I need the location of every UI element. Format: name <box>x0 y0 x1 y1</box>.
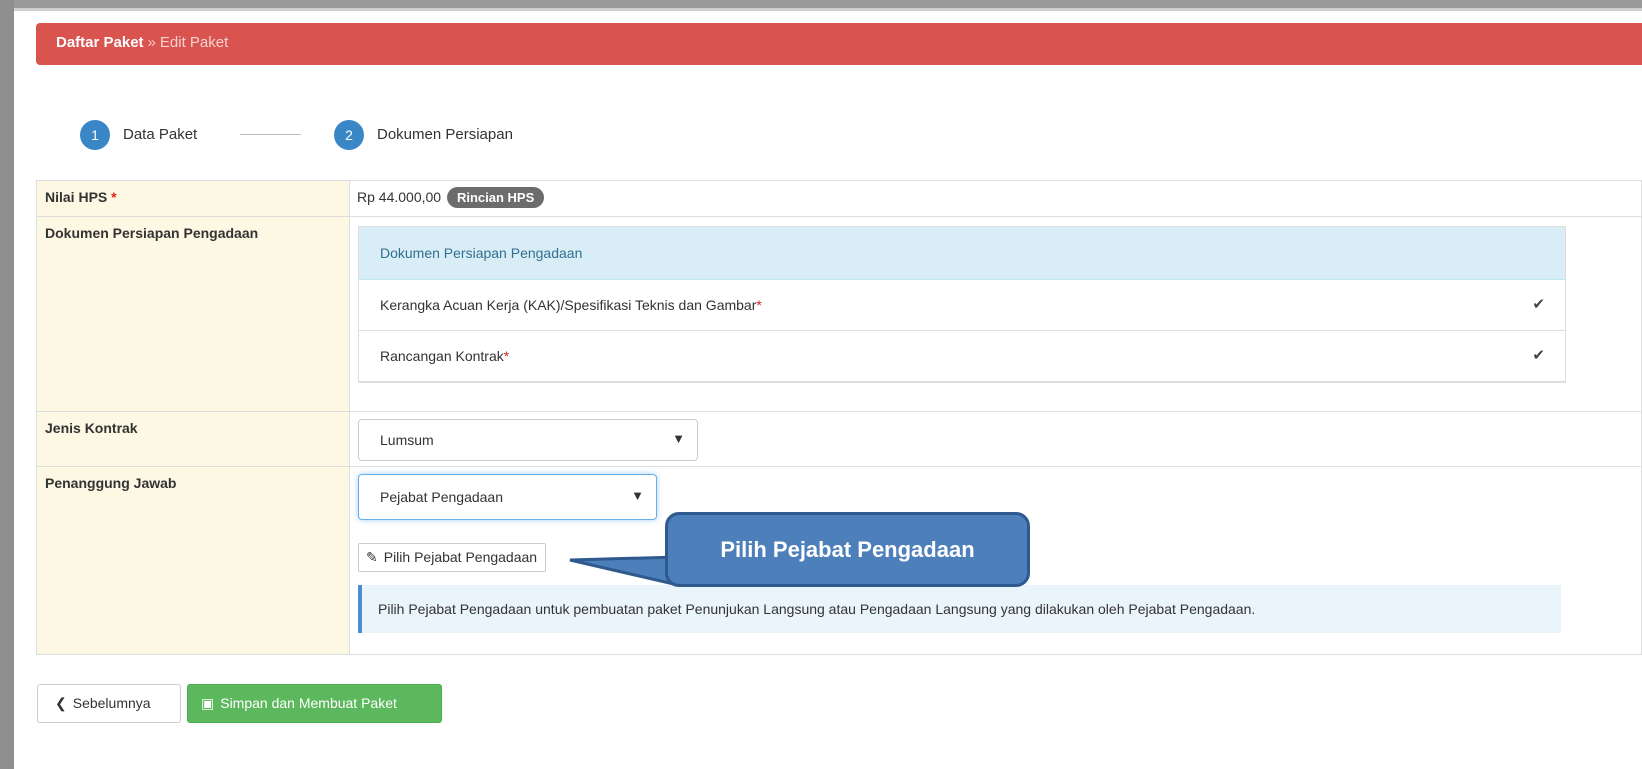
floppy-disk-icon: ▣ <box>201 695 215 711</box>
callout-pointer <box>569 555 680 587</box>
dropdown-arrow-icon: ▼ <box>672 431 685 446</box>
dokumen-list: Dokumen Persiapan Pengadaan Kerangka Acu… <box>358 226 1566 383</box>
pilih-pejabat-pengadaan-button[interactable]: ✎ Pilih Pejabat Pengadaan <box>358 543 547 572</box>
window-frame-inner <box>14 8 1642 11</box>
breadcrumb-current: Edit Paket <box>159 34 229 51</box>
row-jenis-kontrak: Jenis Kontrak Lumsum ▼ <box>36 411 1642 467</box>
step-label: Dokumen Persiapan <box>377 126 513 143</box>
label-jenis-kontrak: Jenis Kontrak <box>36 411 350 467</box>
breadcrumb: Daftar Paket» Edit Paket <box>56 34 228 51</box>
breadcrumb-separator: » <box>147 34 156 51</box>
step-number: 2 <box>334 120 364 150</box>
breadcrumb-root-link[interactable]: Daftar Paket <box>56 34 144 51</box>
required-marker: * <box>756 297 762 313</box>
required-marker: * <box>111 189 117 205</box>
jenis-kontrak-value: Lumsum <box>380 432 434 448</box>
penanggung-jawab-info: Pilih Pejabat Pengadaan untuk pembuatan … <box>358 585 1561 633</box>
row-nilai-hps: Nilai HPS * Rp 44.000,00 Rincian HPS <box>36 180 1642 217</box>
callout-annotation: Pilih Pejabat Pengadaan <box>665 512 1030 587</box>
dokumen-list-header: Dokumen Persiapan Pengadaan <box>359 227 1565 280</box>
step-connector <box>240 134 301 135</box>
required-marker: * <box>503 348 510 364</box>
window-frame-top <box>0 0 1642 8</box>
check-icon: ✔ <box>1532 296 1545 313</box>
dokumen-item-kak[interactable]: Kerangka Acuan Kerja (KAK)/Spesifikasi T… <box>359 280 1565 331</box>
window-frame-left <box>0 0 14 769</box>
penanggung-jawab-value: Pejabat Pengadaan <box>380 489 503 505</box>
save-and-create-button[interactable]: ▣ Simpan dan Membuat Paket <box>187 684 442 723</box>
previous-button[interactable]: ❮ Sebelumnya <box>37 684 181 723</box>
page-header: Daftar Paket» Edit Paket <box>36 23 1642 65</box>
step-number: 1 <box>80 120 110 150</box>
label-dokumen-persiapan: Dokumen Persiapan Pengadaan <box>36 216 350 412</box>
row-dokumen-persiapan: Dokumen Persiapan Pengadaan Dokumen Pers… <box>36 216 1642 412</box>
rincian-hps-badge[interactable]: Rincian HPS <box>446 187 545 208</box>
dropdown-arrow-icon: ▼ <box>631 488 644 503</box>
circle-arrow-left-icon: ❮ <box>55 695 67 711</box>
penanggung-jawab-select[interactable]: Pejabat Pengadaan ▼ <box>358 474 657 520</box>
edit-icon: ✎ <box>366 549 378 565</box>
check-icon: ✔ <box>1532 347 1545 364</box>
hps-value: Rp 44.000,00 <box>357 189 442 205</box>
label-nilai-hps: Nilai HPS * <box>36 180 350 217</box>
dokumen-item-rancangan-kontrak[interactable]: Rancangan Kontrak* ✔ <box>359 331 1565 382</box>
jenis-kontrak-select[interactable]: Lumsum ▼ <box>358 419 698 461</box>
label-penanggung-jawab: Penanggung Jawab <box>36 466 350 655</box>
step-label: Data Paket <box>123 126 198 143</box>
